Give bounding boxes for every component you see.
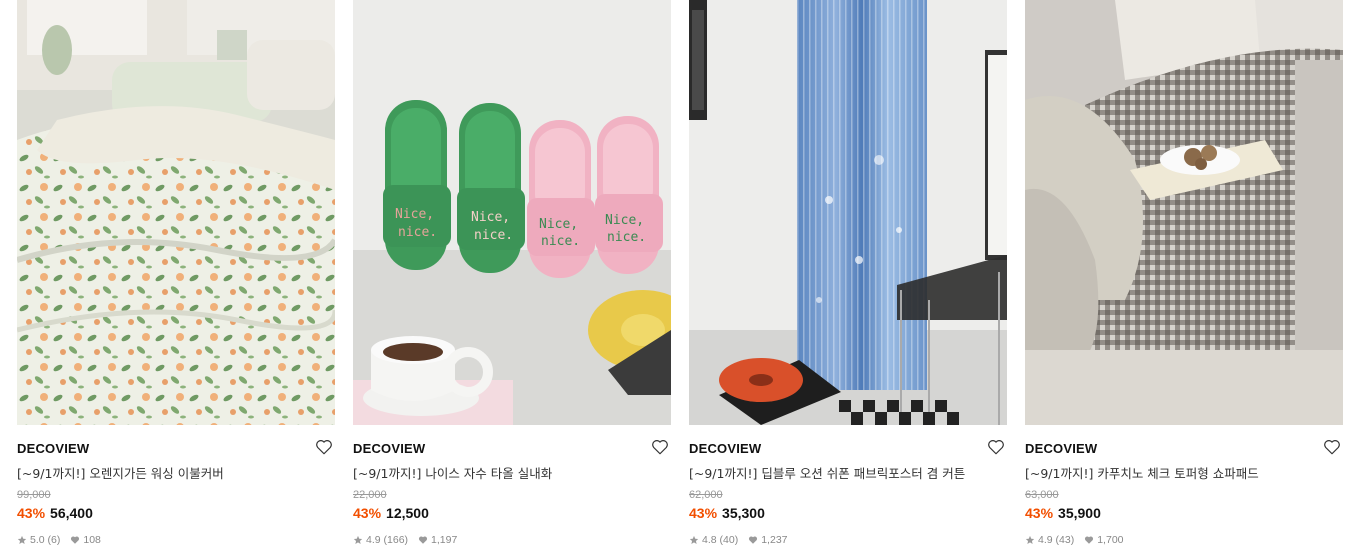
product-title[interactable]: [~9/1까지!] 나이스 자수 타올 실내화	[353, 463, 552, 482]
svg-text:nice.: nice.	[607, 230, 646, 245]
svg-text:nice.: nice.	[541, 234, 580, 249]
product-grid: DECOVIEW [~9/1까지!] 오렌지가든 워싱 이불커버 99,000 …	[0, 0, 1347, 557]
brand-name[interactable]: DECOVIEW	[17, 441, 89, 456]
review-count: (40)	[719, 534, 739, 546]
wishlist-heart-icon[interactable]	[1323, 438, 1341, 456]
product-title[interactable]: [~9/1까지!] 오렌지가든 워싱 이불커버	[17, 463, 224, 482]
rating-value: 4.9	[1038, 534, 1053, 546]
original-price: 99,000	[17, 489, 51, 501]
discount-rate: 43%	[17, 505, 46, 521]
brand-row: DECOVIEW	[689, 438, 1007, 458]
product-card[interactable]: DECOVIEW [~9/1까지!] 카푸치노 체크 토퍼형 쇼파패드 63,0…	[1025, 0, 1343, 557]
product-meta: 4.8 (40) 1,237	[689, 534, 788, 546]
review-count: (43)	[1055, 534, 1075, 546]
svg-text:nice.: nice.	[474, 228, 513, 243]
product-meta: 4.9 (43) 1,700	[1025, 534, 1124, 546]
heart-filled-icon	[749, 536, 758, 544]
svg-text:nice.: nice.	[398, 225, 437, 240]
original-price: 63,000	[1025, 489, 1059, 501]
brand-row: DECOVIEW	[1025, 438, 1343, 458]
sale-price: 35,900	[1058, 505, 1101, 521]
product-card[interactable]: DECOVIEW [~9/1까지!] 딥블루 오션 쉬폰 패브릭포스터 겸 커튼…	[689, 0, 1007, 557]
sale-price: 35,300	[722, 505, 765, 521]
price-row: 43% 35,300	[689, 505, 765, 521]
like-count: 1,700	[1097, 534, 1124, 546]
heart-filled-icon	[71, 536, 80, 544]
product-title[interactable]: [~9/1까지!] 카푸치노 체크 토퍼형 쇼파패드	[1025, 463, 1259, 482]
star-icon	[1025, 535, 1035, 544]
check-sofa-pad-photo	[1025, 0, 1343, 425]
product-meta: 5.0 (6) 108	[17, 534, 101, 546]
wishlist-heart-icon[interactable]	[987, 438, 1005, 456]
brand-name[interactable]: DECOVIEW	[353, 441, 425, 456]
sale-price: 12,500	[386, 505, 429, 521]
star-icon	[17, 535, 27, 544]
rating-value: 4.9	[366, 534, 381, 546]
wishlist-heart-icon[interactable]	[315, 438, 333, 456]
rating-value: 5.0	[30, 534, 45, 546]
product-title[interactable]: [~9/1까지!] 딥블루 오션 쉬폰 패브릭포스터 겸 커튼	[689, 463, 965, 482]
product-image[interactable]	[689, 0, 1007, 425]
original-price: 22,000	[353, 489, 387, 501]
brand-row: DECOVIEW	[17, 438, 335, 458]
star-icon	[689, 535, 699, 544]
brand-name[interactable]: DECOVIEW	[689, 441, 761, 456]
brand-name[interactable]: DECOVIEW	[1025, 441, 1097, 456]
like-count: 1,197	[431, 534, 458, 546]
product-image[interactable]	[17, 0, 335, 425]
svg-text:Nice,: Nice,	[605, 213, 644, 228]
towel-slippers-photo: Nice, nice. Nice, nice. Nice, nice. Nice…	[353, 0, 671, 425]
sale-price: 56,400	[50, 505, 93, 521]
like-count: 108	[83, 534, 101, 546]
price-row: 43% 12,500	[353, 505, 429, 521]
svg-text:Nice,: Nice,	[471, 210, 510, 225]
floral-duvet-cover-photo	[17, 0, 335, 425]
heart-filled-icon	[1085, 536, 1094, 544]
svg-text:Nice,: Nice,	[539, 217, 578, 232]
review-count: (6)	[47, 534, 61, 546]
original-price: 62,000	[689, 489, 723, 501]
rating-value: 4.8	[702, 534, 717, 546]
product-card[interactable]: Nice, nice. Nice, nice. Nice, nice. Nice…	[353, 0, 671, 557]
svg-text:Nice,: Nice,	[395, 207, 434, 222]
product-image[interactable]: Nice, nice. Nice, nice. Nice, nice. Nice…	[353, 0, 671, 425]
product-image[interactable]	[1025, 0, 1343, 425]
chiffon-curtain-photo	[689, 0, 1007, 425]
price-row: 43% 35,900	[1025, 505, 1101, 521]
heart-filled-icon	[418, 536, 428, 544]
discount-rate: 43%	[689, 505, 718, 521]
product-card[interactable]: DECOVIEW [~9/1까지!] 오렌지가든 워싱 이불커버 99,000 …	[17, 0, 335, 557]
brand-row: DECOVIEW	[353, 438, 671, 458]
wishlist-heart-icon[interactable]	[651, 438, 669, 456]
star-icon	[353, 535, 363, 544]
review-count: (166)	[383, 534, 409, 546]
price-row: 43% 56,400	[17, 505, 93, 521]
discount-rate: 43%	[353, 505, 382, 521]
like-count: 1,237	[761, 534, 788, 546]
discount-rate: 43%	[1025, 505, 1054, 521]
product-meta: 4.9 (166) 1,197	[353, 534, 457, 546]
